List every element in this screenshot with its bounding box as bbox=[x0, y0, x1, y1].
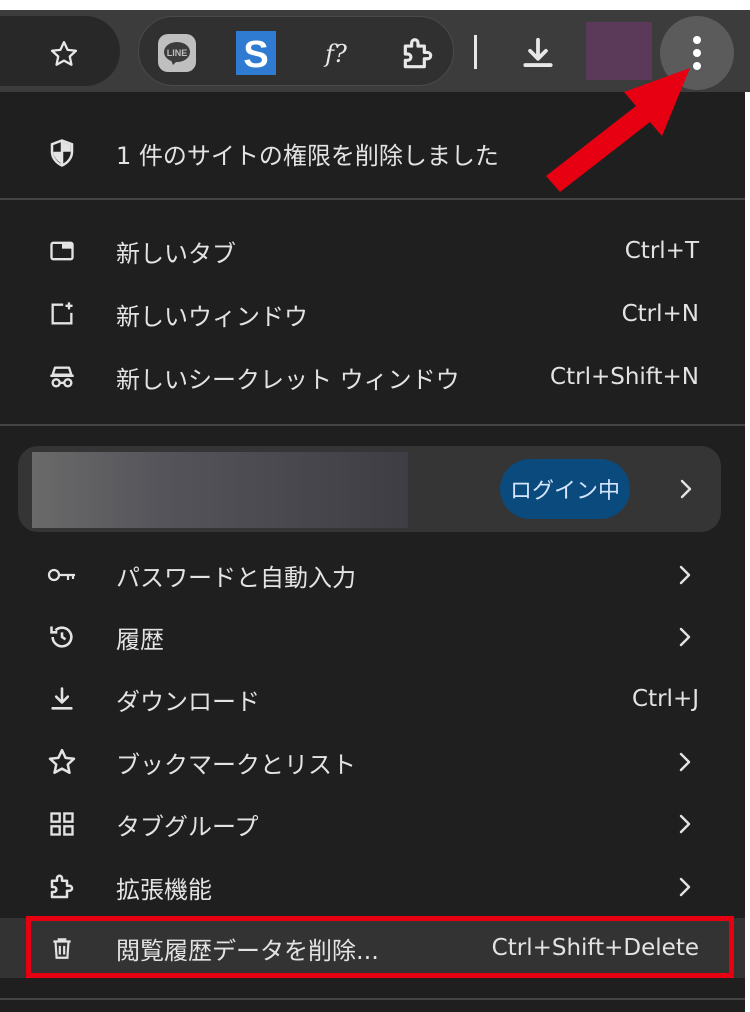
chevron-right-icon bbox=[680, 479, 692, 499]
annotation-highlight-box bbox=[26, 916, 734, 978]
menu-item-label: 履歴 bbox=[116, 625, 164, 654]
fx-extension-icon[interactable]: f? bbox=[314, 34, 358, 74]
menu-item-new-tab[interactable]: 新しいタブ Ctrl+T bbox=[0, 220, 745, 282]
puzzle-extensions-icon[interactable] bbox=[396, 32, 440, 76]
menu-item-label: ダウンロード bbox=[116, 687, 260, 716]
menu-item-tab-groups[interactable]: タブグループ bbox=[0, 793, 745, 855]
menu-item-label: タブグループ bbox=[116, 812, 259, 841]
menu-item-shortcut: Ctrl+N bbox=[621, 301, 699, 327]
menu-item-shortcut: Ctrl+Shift+N bbox=[550, 364, 699, 390]
menu-separator bbox=[0, 424, 745, 426]
svg-text:LINE: LINE bbox=[167, 48, 188, 58]
s-extension-icon[interactable]: S bbox=[236, 31, 276, 75]
chevron-right-icon bbox=[679, 752, 691, 772]
login-status-badge: ログイン中 bbox=[500, 459, 630, 519]
menu-item-label: 拡張機能 bbox=[116, 875, 212, 904]
line-extension-icon[interactable]: LINE bbox=[156, 32, 198, 74]
key-icon bbox=[44, 557, 80, 593]
chevron-right-icon bbox=[679, 814, 691, 834]
s-extension-letter: S bbox=[243, 34, 268, 75]
chevron-right-icon bbox=[679, 565, 691, 585]
new-window-icon bbox=[44, 296, 80, 332]
menu-item-history[interactable]: 履歴 bbox=[0, 606, 745, 668]
menu-item-passwords[interactable]: パスワードと自動入力 bbox=[0, 544, 745, 606]
menu-item-label: パスワードと自動入力 bbox=[116, 563, 356, 592]
menu-item-label: 新しいウィンドウ bbox=[116, 302, 308, 331]
puzzle-icon bbox=[44, 869, 80, 905]
menu-item-downloads[interactable]: ダウンロード Ctrl+J bbox=[0, 668, 745, 730]
download-icon bbox=[44, 681, 80, 717]
star-icon bbox=[44, 744, 80, 780]
menu-item-bookmarks[interactable]: ブックマークとリスト bbox=[0, 731, 745, 793]
profile-info-redacted bbox=[32, 452, 408, 528]
permission-notice-label: 1 件のサイトの権限を削除しました bbox=[116, 141, 499, 170]
chevron-right-icon bbox=[679, 627, 691, 647]
history-icon bbox=[44, 619, 80, 655]
shield-icon bbox=[44, 135, 80, 171]
bookmark-star-icon[interactable] bbox=[44, 34, 84, 74]
profile-card[interactable]: ログイン中 bbox=[18, 446, 721, 532]
menu-item-extensions[interactable]: 拡張機能 bbox=[0, 856, 745, 918]
menu-item-label: 新しいシークレット ウィンドウ bbox=[116, 365, 460, 394]
menu-item-shortcut: Ctrl+T bbox=[624, 238, 699, 264]
annotation-arrow bbox=[546, 68, 690, 192]
menu-item-label: ブックマークとリスト bbox=[116, 750, 356, 779]
toolbar-divider bbox=[474, 35, 477, 69]
incognito-icon bbox=[44, 359, 80, 395]
new-tab-icon bbox=[44, 233, 80, 269]
menu-item-new-window[interactable]: 新しいウィンドウ Ctrl+N bbox=[0, 283, 745, 345]
menu-item-shortcut: Ctrl+J bbox=[632, 686, 699, 712]
chevron-right-icon bbox=[679, 877, 691, 897]
grid-icon bbox=[44, 806, 80, 842]
menu-item-label: 新しいタブ bbox=[116, 239, 236, 268]
menu-separator bbox=[0, 998, 745, 1000]
fx-extension-label: f? bbox=[325, 40, 347, 68]
menu-item-incognito[interactable]: 新しいシークレット ウィンドウ Ctrl+Shift+N bbox=[0, 346, 745, 408]
